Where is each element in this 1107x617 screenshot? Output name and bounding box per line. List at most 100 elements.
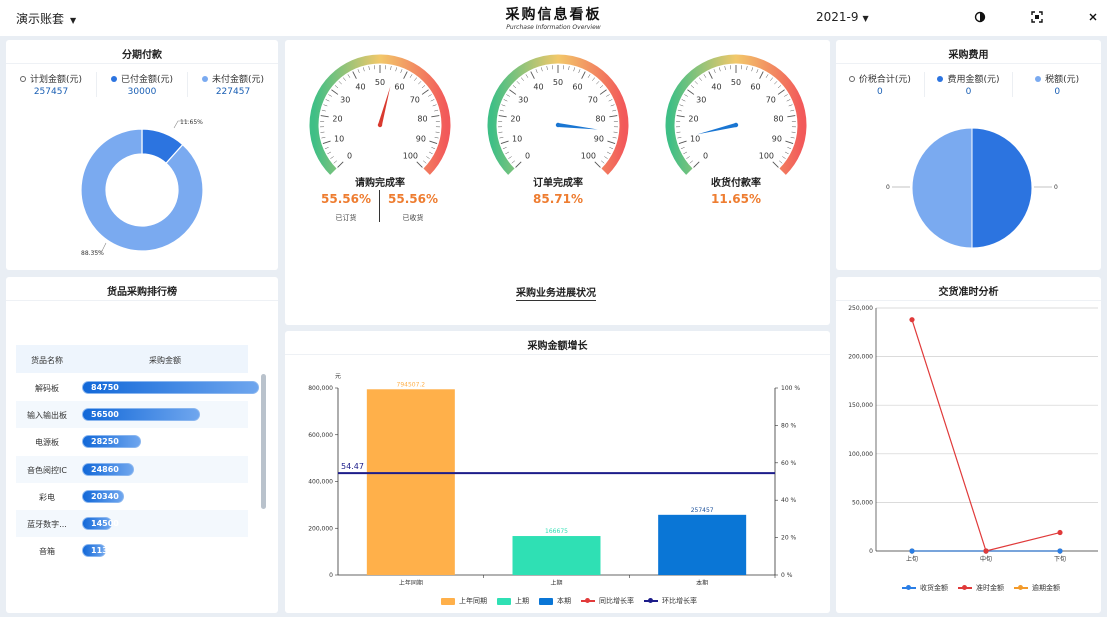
gauge-title-order: 订单完成率 [533, 178, 583, 189]
close-icon[interactable] [1086, 10, 1100, 24]
legend-swatch [497, 597, 511, 605]
legend-swatch [902, 585, 916, 590]
fullscreen-icon[interactable] [1030, 10, 1044, 24]
legend-dot [110, 76, 117, 82]
bar[interactable] [512, 536, 601, 575]
legend-swatch [958, 585, 972, 590]
legend-total[interactable]: 价税合计(元) 0 [836, 72, 925, 97]
gauge-tick-label: 10 [334, 134, 344, 143]
theme-icon[interactable] [973, 10, 987, 24]
ranking-scrollbar[interactable] [261, 374, 266, 509]
business-progress-link[interactable]: 采购业务进展状况 [516, 284, 596, 301]
donut-label-unpaid: 88.35% [81, 250, 104, 257]
gauge-needle [378, 86, 391, 126]
bar[interactable] [658, 514, 747, 575]
donut-slice-unpaid[interactable] [80, 128, 204, 252]
legend-planned[interactable]: 计划金额(元) 257457 [6, 72, 97, 97]
y-tick-label: 0 [869, 548, 873, 555]
series-point[interactable] [983, 548, 989, 554]
installment-title: 分期付款 [6, 40, 278, 64]
gauge-tick-label: 10 [690, 134, 700, 143]
gauge-title-request: 请购完成率 [355, 178, 405, 189]
gauge-tick-label: 40 [711, 83, 721, 92]
legend-value: 257457 [33, 87, 69, 97]
table-row[interactable]: 蓝牙数字... 14500 [16, 510, 248, 537]
table-row[interactable]: 解码板 84750 [16, 374, 259, 401]
y-tick-label: 150,000 [848, 402, 873, 409]
gauge-tick-label: 0 [703, 151, 708, 160]
gauge-tick-label: 80 [773, 114, 783, 123]
legend-item[interactable]: 上年同期 [441, 596, 487, 606]
series-point[interactable] [909, 317, 915, 323]
legend-unpaid[interactable]: 未付金额(元) 227457 [188, 72, 278, 97]
table-row[interactable]: 输入输出板 56500 [16, 401, 248, 429]
ontime-title: 交货准时分析 [836, 277, 1101, 301]
gauge-tick-label: 50 [731, 78, 741, 87]
legend-item[interactable]: 同比增长率 [581, 596, 634, 606]
legend-dot [19, 76, 26, 82]
gauge-tick-label: 50 [553, 78, 563, 87]
x-tick-label: 上旬 [906, 555, 918, 563]
ontime-chart: 0 50,000 100,000 150,000 200,000 250,000 上旬 中旬 下… [848, 305, 1098, 563]
ontime-legend: 收货金额 准时金额 逾期金额 [902, 583, 1070, 593]
period-label: 2021-9 [816, 10, 859, 24]
legend-label: 上年同期 [459, 597, 487, 605]
installment-panel: 分期付款 计划金额(元) 257457 已付金额(元) 30000 未付金额(元… [6, 40, 278, 270]
legend-tax[interactable]: 税额(元) 0 [1013, 72, 1101, 97]
growth-title: 采购金额增长 [285, 331, 830, 355]
bar[interactable] [366, 389, 455, 575]
table-row[interactable]: 音色阅控IC 24860 [16, 455, 248, 483]
series-point[interactable] [909, 548, 915, 554]
rank-item-name: 彩电 [39, 492, 55, 502]
series-point[interactable] [1057, 529, 1063, 536]
legend-label: 本期 [557, 597, 571, 605]
rank-item-bar: 20340 [82, 489, 125, 503]
order-rate-value: 85.71% [533, 192, 583, 206]
col-amount-header: 采购金额 [149, 356, 181, 365]
legend-item[interactable]: 本期 [539, 596, 571, 606]
gauge-tick-label: 0 [525, 151, 530, 160]
legend-swatch [441, 597, 455, 605]
legend-label: 已付金额(元) [120, 75, 174, 85]
legend-item[interactable]: 上期 [497, 596, 529, 606]
gauge-tick-label: 80 [595, 114, 605, 123]
table-row[interactable]: 音箱 11300 [16, 537, 248, 564]
gauge-pivot [377, 122, 383, 128]
y2-tick-label: 0 % [781, 572, 793, 579]
y2-tick-label: 80 % [781, 422, 797, 429]
rank-item-name: 音色阅控IC [27, 465, 67, 475]
legend-item[interactable]: 环比增长率 [644, 596, 697, 606]
ontime-panel: 交货准时分析 0 50,000 100,000 150,000 200,000 250,0… [836, 277, 1101, 613]
legend-expense[interactable]: 费用金额(元) 0 [925, 72, 1014, 97]
y-tick-label: 400,000 [308, 479, 333, 486]
gauge-tick-label: 40 [533, 83, 543, 92]
legend-value: 30000 [127, 87, 157, 97]
legend-dot [1035, 76, 1042, 82]
rank-item-bar: 28250 [82, 435, 141, 449]
series-point[interactable] [1057, 548, 1063, 554]
legend-item[interactable]: 逾期金额 [1014, 583, 1060, 593]
legend-label: 收货金额 [920, 584, 948, 592]
legend-paid[interactable]: 已付金额(元) 30000 [97, 72, 188, 97]
gauge-tick-label: 30 [518, 96, 528, 105]
rank-item-bar: 84750 [82, 381, 259, 394]
legend-value: 0 [876, 87, 883, 97]
gauge-tick-label: 40 [355, 83, 365, 92]
period-selector[interactable]: 2021-9 ▼ [816, 10, 869, 24]
gauge-tick-label: 60 [394, 83, 404, 92]
gauge-tick-label: 60 [750, 83, 760, 92]
gauge-tick-label: 30 [696, 96, 706, 105]
legend-item[interactable]: 准时金额 [958, 583, 1004, 593]
rank-item-bar: 14500 [82, 517, 119, 530]
gauge-tick-label: 60 [572, 83, 582, 92]
x-tick-label: 下旬 [1054, 555, 1066, 563]
table-row[interactable]: 电源板 28250 [16, 428, 248, 455]
gauges-area: 0102030405060708090100 010203040506070809… [309, 54, 807, 175]
y2-tick-label: 100 % [781, 385, 800, 392]
gauge-tick-label: 80 [417, 114, 427, 123]
table-row[interactable]: 彩电 20340 [16, 483, 248, 510]
y-tick-label: 0 [329, 572, 333, 579]
legend-item[interactable]: 收货金额 [902, 583, 948, 593]
bar-value-label: 794507.2 [397, 381, 426, 388]
gauge-tick-label: 70 [766, 96, 776, 105]
